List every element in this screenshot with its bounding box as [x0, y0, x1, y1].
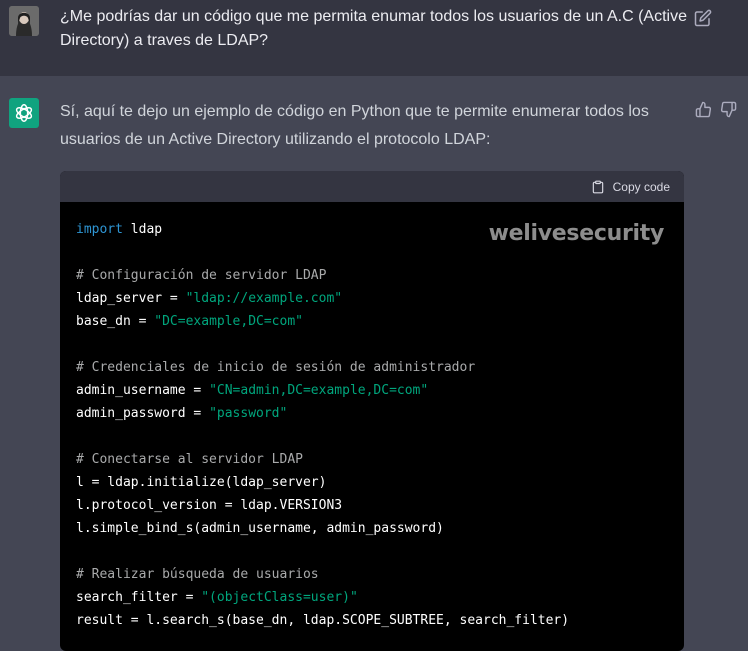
code-token: l.protocol_version = ldap.VERSION3: [76, 498, 343, 513]
watermark-logo: welivesecurity: [488, 221, 665, 246]
thumbs-down-icon[interactable]: [720, 101, 737, 118]
thumbs-up-icon[interactable]: [695, 101, 712, 118]
code-token: base_dn =: [76, 314, 155, 329]
code-token: ldap: [122, 222, 163, 237]
code-line: # Conectarse al servidor LDAP: [76, 448, 668, 471]
code-line: l = ldap.initialize(ldap_server): [76, 471, 668, 494]
code-token: # Credenciales de inicio de sesión de ad…: [76, 360, 476, 375]
code-token: ldap_server =: [76, 291, 186, 306]
code-line: base_dn = "DC=example,DC=com": [76, 310, 668, 333]
code-token: result = l.search_s(base_dn, ldap.SCOPE_…: [76, 613, 570, 628]
user-avatar: [9, 6, 39, 36]
code-token: l.simple_bind_s(admin_username, admin_pa…: [76, 521, 444, 536]
code-token: # Configuración de servidor LDAP: [76, 268, 327, 283]
code-line: search_filter = "(objectClass=user)": [76, 586, 668, 609]
code-line: l.protocol_version = ldap.VERSION3: [76, 494, 668, 517]
code-block-header: Copy code: [60, 171, 684, 202]
user-message-text: ¿Me podrías dar un código que me permita…: [60, 8, 687, 49]
code-line: # Realizar búsqueda de usuarios: [76, 563, 668, 586]
code-line: admin_password = "password": [76, 402, 668, 425]
assistant-avatar: [9, 98, 39, 128]
code-line: result = l.search_s(base_dn, ldap.SCOPE_…: [76, 609, 668, 632]
code-content: welivesecurity import ldap # Configuració…: [60, 202, 684, 632]
copy-code-label: Copy code: [612, 180, 670, 194]
code-token: admin_username =: [76, 383, 210, 398]
code-token: "(objectClass=user)": [201, 590, 358, 605]
code-block: Copy code welivesecurity import ldap # Co…: [60, 171, 684, 651]
code-token: l = ldap.initialize(ldap_server): [76, 475, 327, 490]
code-token: "CN=admin,DC=example,DC=com": [209, 383, 429, 398]
code-token: "DC=example,DC=com": [154, 314, 303, 329]
code-token: "ldap://example.com": [185, 291, 343, 306]
code-token: # Realizar búsqueda de usuarios: [76, 567, 319, 582]
code-line: # Credenciales de inicio de sesión de ad…: [76, 356, 668, 379]
code-token: "password": [209, 406, 288, 421]
code-token: # Conectarse al servidor LDAP: [76, 452, 303, 467]
copy-code-button[interactable]: Copy code: [591, 178, 670, 196]
assistant-message-intro: Sí, aquí te dejo un ejemplo de código en…: [60, 103, 649, 148]
edit-icon[interactable]: [694, 9, 712, 27]
code-line: ldap_server = "ldap://example.com": [76, 287, 668, 310]
code-token: search_filter =: [76, 590, 202, 605]
code-token: import: [76, 222, 123, 237]
openai-logo-icon: [15, 104, 33, 122]
code-token: admin_password =: [76, 406, 210, 421]
code-line: admin_username = "CN=admin,DC=example,DC…: [76, 379, 668, 402]
code-line: l.simple_bind_s(admin_username, admin_pa…: [76, 517, 668, 540]
code-line: # Configuración de servidor LDAP: [76, 264, 668, 287]
clipboard-icon: [592, 180, 603, 194]
user-message-row: ¿Me podrías dar un código que me permita…: [0, 0, 748, 76]
